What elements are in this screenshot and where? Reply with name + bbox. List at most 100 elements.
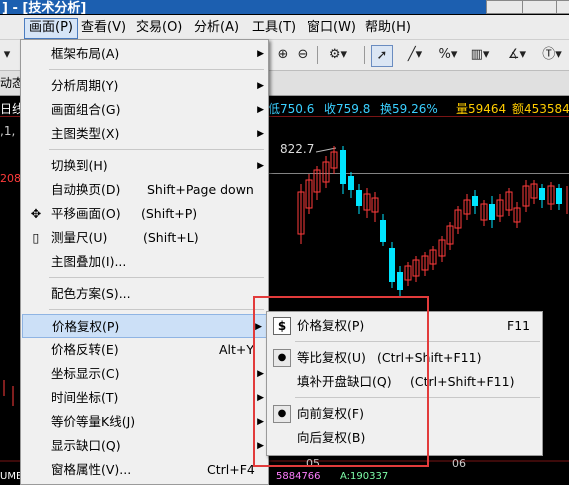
- volume-value: 5884766: [276, 471, 321, 482]
- menu-shortcut: Ctrl+F4: [207, 462, 255, 477]
- angle-icon[interactable]: ∡▾: [503, 45, 531, 65]
- zoom-out-icon[interactable]: ⊖: [294, 45, 312, 65]
- candle: [356, 190, 362, 206]
- menu-help[interactable]: 帮助(H): [361, 18, 415, 37]
- menu-label: 主图类型(X): [51, 126, 120, 141]
- menu-separator: [49, 69, 264, 70]
- menu-shortcut: F11: [507, 318, 531, 333]
- menu-label: 自动换页(D): [51, 182, 121, 197]
- submenu-arrow-icon: ▶: [257, 105, 264, 115]
- menu-separator: [49, 309, 264, 310]
- menu-shortcut: Shift+Page down: [147, 182, 254, 197]
- submenu-arrow-icon: ▶: [257, 393, 264, 403]
- menu-item-overlay[interactable]: 主图叠加(I)...: [21, 250, 268, 274]
- menu-item-chart-type[interactable]: 主图类型(X) ▶: [21, 122, 268, 146]
- candle: [340, 150, 346, 184]
- maximize-button[interactable]: [522, 0, 560, 14]
- menu-label: 坐标显示(C): [51, 366, 120, 381]
- zoom-in-icon[interactable]: ⊕: [274, 45, 292, 65]
- menu-separator: [295, 341, 540, 342]
- menu-view-screen[interactable]: 画面(P): [24, 18, 78, 39]
- menu-item-axis-display[interactable]: 坐标显示(C) ▶: [21, 362, 268, 386]
- menu-item-period[interactable]: 分析周期(Y) ▶: [21, 74, 268, 98]
- submenu-arrow-icon: ▶: [257, 81, 264, 91]
- candle: [472, 196, 478, 206]
- menu-label: 窗格属性(V)...: [51, 462, 132, 477]
- menu-shortcut: (Shift+L): [143, 230, 199, 245]
- price-adjust-submenu: $ 价格复权(P) F11 ● 等比复权(U) (Ctrl+Shift+F11)…: [266, 311, 543, 456]
- minimize-button[interactable]: [486, 0, 524, 14]
- submenu-arrow-icon: ▶: [257, 161, 264, 171]
- menu-label: 测量尺(U): [51, 230, 108, 245]
- menu-tools[interactable]: 工具(T): [248, 18, 300, 37]
- bars-icon[interactable]: ▥▾: [466, 45, 494, 65]
- submenu-arrow-icon: ▶: [257, 369, 264, 379]
- menu-item-pan[interactable]: ✥ 平移画面(O) (Shift+P): [21, 202, 268, 226]
- ruler-icon: ▯: [32, 230, 40, 245]
- submenu-arrow-icon: ▶: [257, 441, 264, 451]
- candle: [389, 248, 395, 282]
- submenu-item-proportional[interactable]: ● 等比复权(U) (Ctrl+Shift+F11): [267, 346, 542, 370]
- menu-analysis[interactable]: 分析(A): [190, 18, 243, 37]
- percent-label: %: [438, 47, 451, 62]
- menu-label: 平移画面(O): [51, 206, 121, 221]
- cursor-arrow-icon[interactable]: ➚: [371, 45, 393, 67]
- menu-item-show-gap[interactable]: 显示缺口(Q) ▶: [21, 434, 268, 458]
- percent-icon[interactable]: %▾: [436, 45, 460, 65]
- menu-label: 切换到(H): [51, 158, 108, 173]
- volume-value-2: A:190337: [340, 471, 389, 482]
- date-tick: 06: [452, 457, 466, 470]
- submenu-arrow-icon: ▶: [255, 322, 262, 332]
- menu-label: 主图叠加(I)...: [51, 254, 127, 269]
- menu-shortcut: (Ctrl+Shift+F11): [410, 374, 515, 389]
- menu-label: 等比复权(U): [297, 350, 366, 365]
- menu-shortcut: (Ctrl+Shift+F11): [377, 350, 482, 365]
- menu-label: 填补开盘缺口(Q): [297, 374, 392, 389]
- menu-item-price-adjust[interactable]: 价格复权(P) ▶: [22, 314, 267, 338]
- menu-item-switch-to[interactable]: 切换到(H) ▶: [21, 154, 268, 178]
- high-price-label: 822.7: [280, 142, 315, 156]
- submenu-arrow-icon: ▶: [257, 129, 264, 139]
- close-button[interactable]: [556, 0, 569, 14]
- toolbar-separator: [364, 46, 365, 64]
- menu-label: 框架布局(A): [51, 46, 120, 61]
- radio-bullet-icon: ●: [273, 405, 291, 423]
- menu-item-time-axis[interactable]: 时间坐标(T) ▶: [21, 386, 268, 410]
- dollar-icon: $: [273, 317, 291, 335]
- menu-window[interactable]: 窗口(W): [303, 18, 360, 37]
- menu-label: 向前复权(F): [297, 406, 364, 421]
- title-bar: ] - [技术分析]: [0, 0, 569, 16]
- toolbar-edge-icon[interactable]: ▾: [2, 45, 12, 65]
- menu-item-equivolume[interactable]: 等价等量K线(J) ▶: [21, 410, 268, 434]
- menu-item-ruler[interactable]: ▯ 测量尺(U) (Shift+L): [21, 226, 268, 250]
- submenu-item-price-adjust[interactable]: $ 价格复权(P) F11: [267, 314, 542, 338]
- submenu-item-backward-adjust[interactable]: 向后复权(B): [267, 426, 542, 450]
- menu-trade[interactable]: 交易(O): [132, 18, 186, 37]
- candle: [539, 188, 545, 200]
- text-icon[interactable]: Ⓣ▾: [538, 45, 566, 65]
- submenu-arrow-icon: ▶: [257, 49, 264, 59]
- submenu-item-forward-adjust[interactable]: ● 向前复权(F): [267, 402, 542, 426]
- menu-item-auto-page[interactable]: 自动换页(D) Shift+Page down: [21, 178, 268, 202]
- menu-label: 时间坐标(T): [51, 390, 119, 405]
- menu-item-screen-combo[interactable]: 画面组合(G) ▶: [21, 98, 268, 122]
- candle: [556, 188, 562, 204]
- screen-menu: 框架布局(A) ▶ 分析周期(Y) ▶ 画面组合(G) ▶ 主图类型(X) ▶ 切换到(…: [20, 39, 269, 485]
- menu-item-color-scheme[interactable]: 配色方案(S)...: [21, 282, 268, 306]
- line-draw-icon[interactable]: ╱▾: [401, 45, 429, 65]
- candle: [489, 204, 495, 220]
- candle: [397, 272, 403, 290]
- submenu-item-fill-gap[interactable]: 填补开盘缺口(Q) (Ctrl+Shift+F11): [267, 370, 542, 394]
- menu-item-price-reverse[interactable]: 价格反转(E) Alt+Y: [21, 338, 268, 362]
- menubar-edge: [0, 18, 16, 37]
- menu-view[interactable]: 查看(V): [77, 18, 130, 37]
- toolbar-separator: [317, 46, 318, 64]
- settings-gear-icon[interactable]: ⚙▾: [325, 45, 351, 65]
- menu-label: 显示缺口(Q): [51, 438, 121, 453]
- menu-item-frame-layout[interactable]: 框架布局(A) ▶: [21, 42, 268, 66]
- menu-separator: [295, 397, 540, 398]
- menu-label: 配色方案(S)...: [51, 286, 131, 301]
- menu-label: 价格复权(P): [297, 318, 365, 333]
- high-marker-line: [315, 147, 337, 153]
- menu-item-pane-properties[interactable]: 窗格属性(V)... Ctrl+F4: [21, 458, 268, 482]
